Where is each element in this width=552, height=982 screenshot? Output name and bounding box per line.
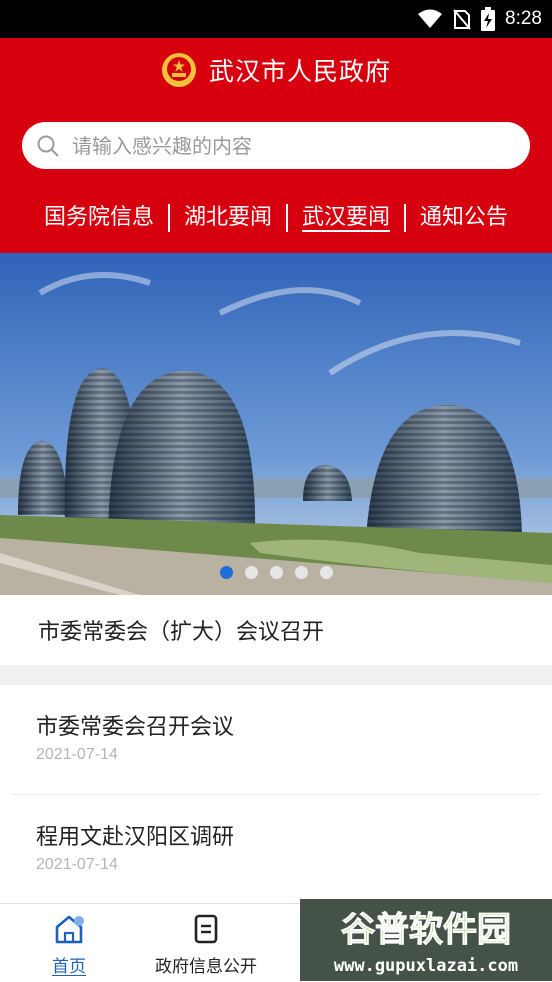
carousel-dot[interactable] <box>294 566 308 579</box>
tab-notices[interactable]: 通知公告 <box>406 202 522 234</box>
nav-item-home[interactable]: 首页 <box>34 904 104 982</box>
carousel-dot[interactable] <box>269 566 283 579</box>
tab-hubei-news[interactable]: 湖北要闻 <box>170 202 286 234</box>
status-bar: 8:28 <box>0 0 552 38</box>
news-date: 2021-07-14 <box>36 856 118 873</box>
carousel-dot[interactable] <box>319 566 333 579</box>
nav-label-gov-info: 政府信息公开 <box>155 957 257 977</box>
tab-wuhan-news[interactable]: 武汉要闻 <box>288 202 404 234</box>
banner-carousel[interactable] <box>0 253 552 595</box>
site-watermark-logo: 谷普软件园 www.gupuxlazai.com <box>300 899 552 981</box>
no-sim-icon <box>453 9 471 30</box>
battery-charging-icon <box>481 7 496 31</box>
tab-state-council[interactable]: 国务院信息 <box>30 202 168 234</box>
status-time: 8:28 <box>505 8 542 29</box>
category-tabs: 国务院信息 湖北要闻 武汉要闻 通知公告 <box>0 200 552 236</box>
search-icon <box>37 135 59 157</box>
search-bar[interactable] <box>22 122 530 169</box>
document-icon <box>194 914 218 944</box>
news-title: 市委常委会召开会议 <box>36 715 235 740</box>
svg-text:谷普软件园: 谷普软件园 <box>341 910 511 950</box>
home-icon <box>55 915 84 944</box>
status-icons: 8:28 <box>417 0 542 38</box>
header: 武汉市人民政府 国务院信息 湖北要闻 武汉要闻 通知公告 <box>0 38 552 253</box>
news-title: 程用文赴汉阳区调研 <box>36 825 235 850</box>
carousel-dot[interactable] <box>244 566 258 579</box>
carousel-dot[interactable] <box>219 566 233 579</box>
banner-image <box>0 253 552 595</box>
nav-item-gov-info[interactable]: 政府信息公开 <box>146 904 266 982</box>
svg-text:www.gupuxlazai.com: www.gupuxlazai.com <box>334 956 518 976</box>
carousel-indicator <box>0 566 552 579</box>
nav-label-home: 首页 <box>52 957 86 977</box>
app-title: 武汉市人民政府 <box>208 57 391 86</box>
banner-caption-text: 市委常委会（扩大）会议召开 <box>38 620 325 645</box>
national-emblem-icon <box>161 53 196 87</box>
list-item[interactable]: 程用文赴汉阳区调研 2021-07-14 <box>0 795 552 905</box>
wifi-icon <box>418 9 443 28</box>
list-item[interactable]: 市委常委会召开会议 2021-07-14 <box>0 685 552 795</box>
banner-caption[interactable]: 市委常委会（扩大）会议召开 <box>0 595 552 665</box>
title-row: 武汉市人民政府 <box>0 50 552 90</box>
search-input[interactable] <box>70 132 494 159</box>
news-list: 市委常委会召开会议 2021-07-14 程用文赴汉阳区调研 2021-07-1… <box>0 685 552 903</box>
news-date: 2021-07-14 <box>36 746 118 763</box>
